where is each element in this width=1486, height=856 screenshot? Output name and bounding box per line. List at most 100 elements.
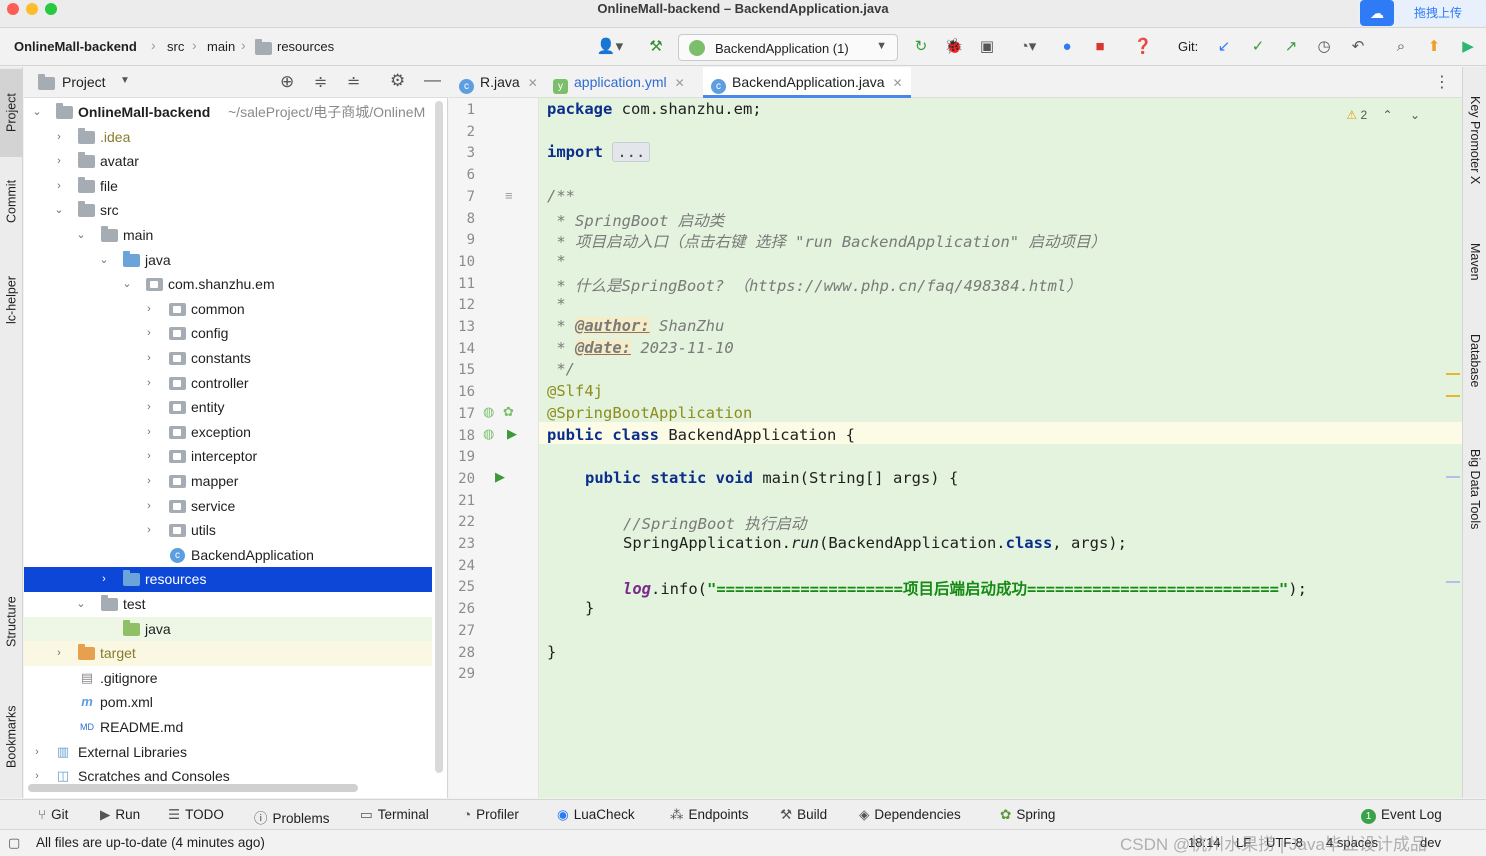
attach-icon[interactable]: ● — [1057, 37, 1077, 57]
tree-item-java[interactable]: ⌄ java — [24, 248, 432, 273]
tool-run[interactable]: ▶ Run — [100, 807, 140, 823]
chevron-right-icon[interactable]: › — [142, 494, 156, 518]
tab-maven[interactable]: Maven — [1463, 227, 1486, 297]
tool-dependencies[interactable]: ◈ Dependencies — [859, 807, 961, 823]
tab-backend-application[interactable]: c BackendApplication.java ✕ — [703, 67, 911, 98]
chevron-right-icon[interactable]: › — [97, 567, 111, 591]
build-hammer-icon[interactable]: ⚒ — [646, 37, 666, 57]
minimize-icon[interactable]: — — [424, 70, 441, 90]
usage-marker[interactable] — [1446, 581, 1460, 583]
tool-profiler[interactable]: ◔ Profiler — [463, 807, 519, 822]
inspection-widget[interactable]: ⚠ 2 ⌃ ⌄ — [1346, 108, 1420, 122]
tab-lc-helper[interactable]: lc-helper — [0, 257, 23, 343]
tab-commit[interactable]: Commit — [0, 163, 23, 239]
tool-event-log[interactable]: 1 Event Log — [1361, 807, 1442, 824]
chevron-right-icon[interactable]: › — [142, 371, 156, 395]
chevron-right-icon[interactable]: › — [142, 346, 156, 370]
plugin-icon[interactable]: ▶ — [1458, 37, 1478, 57]
chevron-down-icon[interactable]: ⌄ — [1410, 108, 1420, 122]
error-stripe[interactable] — [1444, 129, 1462, 829]
tree-item-external-libraries[interactable]: › ▥ External Libraries — [24, 740, 432, 765]
git-update-icon[interactable]: ↙ — [1214, 37, 1234, 57]
tree-item-scratches[interactable]: › ◫ Scratches and Consoles — [24, 764, 432, 782]
user-icon[interactable]: 👤▾ — [593, 37, 627, 57]
tree-item-main[interactable]: ⌄ main — [24, 223, 432, 248]
tab-database[interactable]: Database — [1463, 317, 1486, 405]
tree-item-avatar[interactable]: › avatar — [24, 149, 432, 174]
tool-todo[interactable]: ☰ TODO — [168, 807, 224, 823]
chevron-right-icon[interactable]: › — [142, 297, 156, 321]
tree-item-readme[interactable]: MD README.md — [24, 715, 432, 740]
collapse-all-icon[interactable]: ≐ — [347, 72, 360, 92]
tree-item-common[interactable]: › common — [24, 297, 432, 322]
warning-marker[interactable] — [1446, 373, 1460, 375]
chevron-down-icon[interactable]: ⌄ — [74, 223, 88, 247]
chevron-right-icon[interactable]: › — [52, 174, 66, 198]
vertical-scrollbar[interactable] — [435, 101, 443, 773]
git-push-icon[interactable]: ↗ — [1281, 37, 1301, 57]
locate-icon[interactable]: ⊕ — [280, 72, 294, 92]
spring-leaf-icon[interactable]: ✿ — [503, 404, 514, 420]
tool-build[interactable]: ⚒ Build — [780, 807, 827, 823]
expand-all-icon[interactable]: ≑ — [314, 72, 327, 92]
folded-imports[interactable]: ... — [612, 142, 651, 163]
tab-project[interactable]: Project — [0, 69, 23, 157]
chevron-right-icon[interactable]: › — [52, 641, 66, 665]
more-options-icon[interactable]: ⋮ — [1434, 72, 1450, 92]
tree-item-src[interactable]: ⌄ src — [24, 198, 432, 223]
chevron-down-icon[interactable]: ▼ — [120, 75, 130, 86]
upload-button[interactable]: ☁ 拖拽上传 — [1358, 0, 1486, 26]
tree-item-idea[interactable]: › .idea — [24, 125, 432, 150]
breadcrumb-src[interactable]: src — [167, 39, 184, 54]
chevron-right-icon[interactable]: › — [30, 764, 44, 782]
search-icon[interactable]: ⌕ — [1391, 37, 1411, 57]
tree-item-pom[interactable]: m pom.xml — [24, 690, 432, 715]
chevron-down-icon[interactable]: ⌄ — [74, 592, 88, 616]
doc-render-icon[interactable]: ≡ — [505, 188, 513, 203]
chevron-right-icon[interactable]: › — [52, 125, 66, 149]
tab-bookmarks[interactable]: Bookmarks — [0, 685, 23, 789]
chevron-right-icon[interactable]: › — [142, 469, 156, 493]
tree-item-resources-selected[interactable]: › resources — [24, 567, 432, 592]
chevron-right-icon[interactable]: › — [142, 395, 156, 419]
bean-icon[interactable]: ◍ — [483, 404, 494, 420]
tree-item-project-root[interactable]: ⌄ OnlineMall-backend ~/saleProject/电子商城/… — [24, 100, 432, 125]
tree-item-backend-application[interactable]: c BackendApplication — [24, 543, 432, 568]
chevron-down-icon[interactable]: ⌄ — [30, 100, 44, 124]
tool-terminal[interactable]: ▭ Terminal — [360, 807, 429, 823]
rollback-icon[interactable]: ↶ — [1348, 37, 1368, 57]
run-configuration-select[interactable]: BackendApplication (1) ▼ — [678, 34, 898, 61]
chevron-down-icon[interactable]: ⌄ — [52, 198, 66, 222]
close-icon[interactable]: ✕ — [675, 76, 685, 90]
history-icon[interactable]: ◷ — [1314, 37, 1334, 57]
tab-big-data-tools[interactable]: Big Data Tools — [1463, 429, 1486, 549]
code-area[interactable]: package com.shanzhu.em; import ... /** *… — [539, 98, 1462, 798]
tab-r-java[interactable]: c R.java ✕ — [459, 67, 538, 98]
tab-application-yml[interactable]: y application.yml ✕ — [553, 67, 685, 98]
tree-item-mapper[interactable]: › mapper — [24, 469, 432, 494]
breadcrumb-resources[interactable]: resources — [277, 39, 334, 54]
run-gutter-icon[interactable]: ▶ — [495, 469, 505, 485]
tree-item-exception[interactable]: › exception — [24, 420, 432, 445]
tool-luacheck[interactable]: ◉ LuaCheck — [557, 807, 635, 823]
tree-item-test-java[interactable]: java — [24, 616, 432, 642]
toggle-tool-windows-icon[interactable]: ▢ — [8, 835, 20, 851]
chevron-down-icon[interactable]: ⌄ — [97, 248, 111, 272]
help-icon[interactable]: ❓ — [1133, 37, 1153, 57]
tree-item-constants[interactable]: › constants — [24, 346, 432, 371]
breadcrumb-main[interactable]: main — [207, 39, 235, 54]
chevron-right-icon[interactable]: › — [142, 444, 156, 468]
status-message[interactable]: All files are up-to-date (4 minutes ago) — [36, 835, 265, 850]
gear-icon[interactable]: ⚙ — [390, 71, 405, 91]
tool-endpoints[interactable]: ⁂ Endpoints — [670, 807, 749, 823]
git-commit-icon[interactable]: ✓ — [1248, 37, 1268, 57]
tree-item-entity[interactable]: › entity — [24, 395, 432, 420]
tree-item-test[interactable]: ⌄ test — [24, 592, 432, 617]
close-icon[interactable]: ✕ — [893, 76, 903, 90]
chevron-right-icon[interactable]: › — [30, 740, 44, 764]
debug-icon[interactable]: 🐞 — [944, 37, 964, 57]
rerun-icon[interactable]: ↻ — [911, 37, 931, 57]
profile-icon[interactable]: ◔▾ — [1008, 37, 1048, 57]
tree-item-controller[interactable]: › controller — [24, 371, 432, 396]
stop-icon[interactable]: ■ — [1090, 37, 1110, 57]
